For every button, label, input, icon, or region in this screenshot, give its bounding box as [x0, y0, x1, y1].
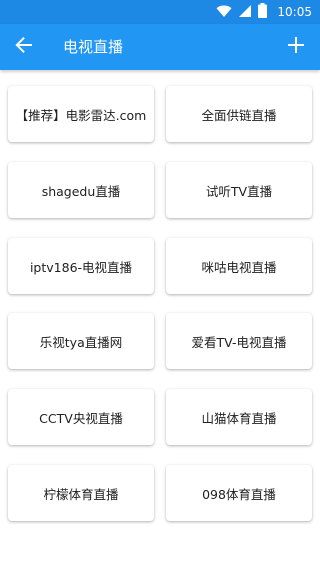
battery-icon	[258, 2, 268, 22]
channel-label: iptv186-电视直播	[29, 259, 133, 275]
signal-icon	[238, 3, 252, 22]
channel-card[interactable]: 乐视tya直播网	[8, 313, 154, 369]
channel-card[interactable]: 柠檬体育直播	[8, 465, 154, 521]
arrow-left-icon	[15, 36, 33, 58]
back-button[interactable]	[12, 35, 36, 59]
channel-label: 全面供链直播	[201, 107, 277, 123]
channel-card[interactable]: CCTV央视直播	[8, 389, 154, 445]
channel-card[interactable]: 【推荐】电影雷达.com	[8, 86, 154, 142]
channel-label: shagedu直播	[41, 183, 121, 199]
channel-card[interactable]: 全面供链直播	[166, 86, 312, 142]
channel-card[interactable]: 爱看TV-电视直播	[166, 313, 312, 369]
channel-label: 咪咕电视直播	[201, 259, 277, 275]
channel-card[interactable]: 098体育直播	[166, 465, 312, 521]
channel-label: 098体育直播	[202, 486, 276, 502]
channel-card[interactable]: 山猫体育直播	[166, 389, 312, 445]
plus-icon	[288, 37, 304, 57]
wifi-icon	[216, 3, 232, 22]
channel-label: 爱看TV-电视直播	[191, 334, 287, 350]
channel-label: 乐视tya直播网	[39, 334, 123, 350]
status-bar: 10:05	[0, 0, 320, 24]
channel-card[interactable]: shagedu直播	[8, 162, 154, 218]
add-button[interactable]	[284, 35, 308, 59]
app-bar: 电视直播	[0, 24, 320, 70]
channel-label: 柠檬体育直播	[43, 486, 119, 502]
status-time: 10:05	[277, 5, 312, 19]
channel-label: CCTV央视直播	[39, 410, 123, 426]
channel-card[interactable]: 咪咕电视直播	[166, 238, 312, 294]
channel-card[interactable]: 试听TV直播	[166, 162, 312, 218]
page-title: 电视直播	[63, 38, 124, 56]
status-icons: 10:05	[216, 2, 312, 22]
channel-card[interactable]: iptv186-电视直播	[8, 238, 154, 294]
channel-label: 试听TV直播	[205, 183, 273, 199]
channel-label: 【推荐】电影雷达.com	[15, 107, 147, 123]
channel-label: 山猫体育直播	[201, 410, 277, 426]
